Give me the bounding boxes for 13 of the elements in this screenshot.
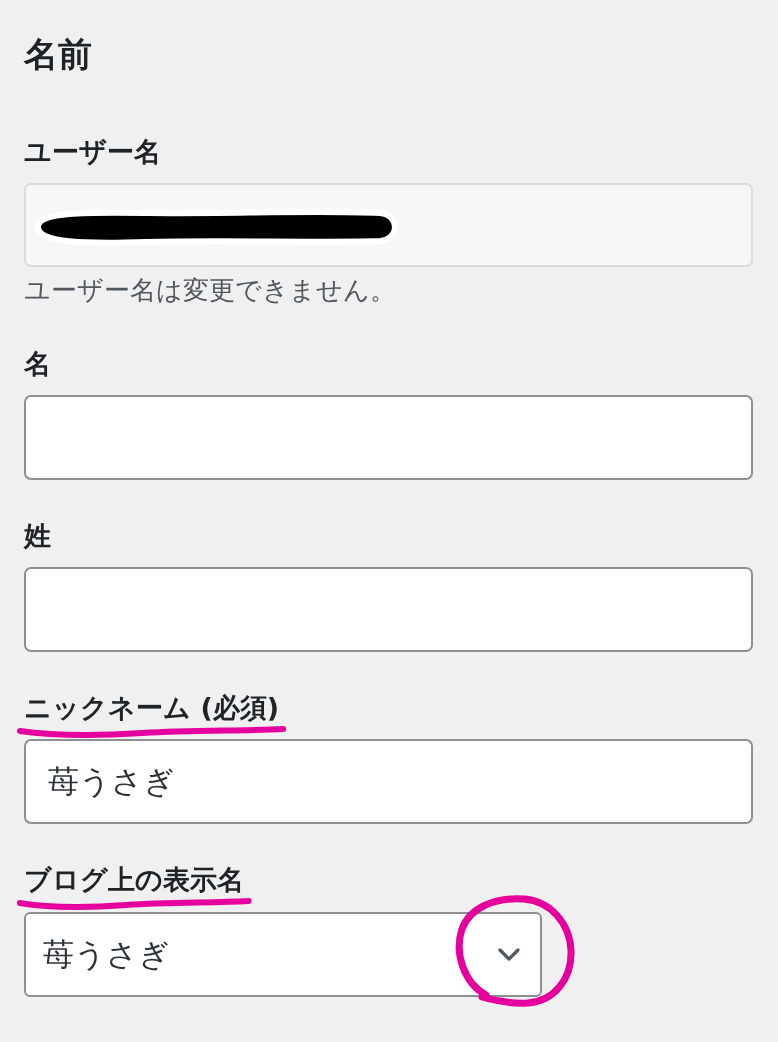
text-input[interactable]: 苺うさぎ xyxy=(24,739,753,824)
field-label: ユーザー名 xyxy=(24,135,161,169)
field-hint: ユーザー名は変更できません。 xyxy=(24,274,396,307)
field-label: 姓 xyxy=(24,519,51,553)
text-input[interactable] xyxy=(24,567,753,652)
display-name-select[interactable]: 苺うさぎ xyxy=(24,912,542,997)
caret-icon xyxy=(496,946,522,963)
username-field[interactable] xyxy=(24,183,753,267)
field-label: 名 xyxy=(24,347,51,381)
field-label: ブログ上の表示名 xyxy=(24,863,244,897)
section-title: 名前 xyxy=(24,34,92,74)
field-label: ニックネーム (必須) xyxy=(24,691,280,725)
text-input[interactable] xyxy=(24,395,753,480)
